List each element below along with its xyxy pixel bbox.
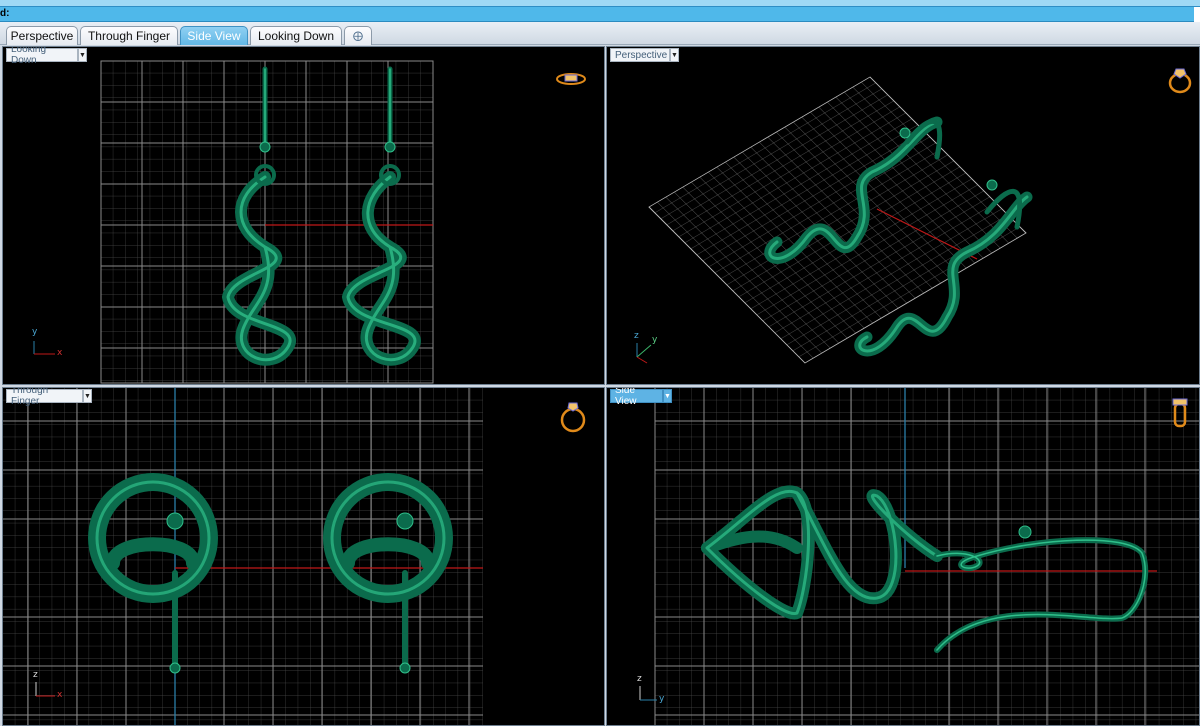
chevron-down-icon: ▼ xyxy=(664,392,671,400)
axis-label-horizontal: x xyxy=(57,348,63,358)
axis-label-horizontal: y xyxy=(659,694,665,704)
viewport-menu-button[interactable]: ▼ xyxy=(670,48,679,62)
chevron-down-icon: ▼ xyxy=(671,51,678,59)
tab-through-finger[interactable]: Through Finger xyxy=(80,26,178,45)
side-view-canvas xyxy=(639,388,1199,725)
axis-label-vertical: z xyxy=(33,670,38,680)
viewport-menu-button[interactable]: ▼ xyxy=(83,389,92,403)
ring-side-icon[interactable] xyxy=(1162,396,1198,432)
add-tab-button[interactable]: ⨁ xyxy=(344,26,372,45)
command-prompt: d: xyxy=(0,8,10,19)
viewport-looking-down[interactable]: y x Looking Down ▼ xyxy=(2,46,605,385)
viewport-side-view[interactable]: z y Side View ▼ xyxy=(606,387,1200,726)
tab-side-view[interactable]: Side View xyxy=(180,26,248,45)
axis-label-vertical: z xyxy=(634,331,639,341)
perspective-grid xyxy=(648,76,1027,364)
viewport-title-perspective[interactable]: Perspective xyxy=(610,48,670,62)
viewport-tab-bar: Perspective Through Finger Side View Loo… xyxy=(0,22,1200,45)
tab-perspective[interactable]: Perspective xyxy=(6,26,78,45)
ring-perspective-icon[interactable] xyxy=(1162,61,1198,97)
chevron-down-icon: ▼ xyxy=(79,51,86,59)
viewport-title-side-view[interactable]: Side View xyxy=(610,388,663,407)
ring-top-icon[interactable] xyxy=(553,61,589,97)
construction-grid xyxy=(3,388,483,725)
through-finger-canvas xyxy=(3,388,483,725)
axis-label-vertical: y xyxy=(32,327,38,337)
axis-triad xyxy=(33,341,55,355)
axis-label-horizontal: x xyxy=(57,690,63,700)
viewport-title-looking-down[interactable]: Looking Down xyxy=(6,47,78,66)
axis-triad xyxy=(636,343,652,364)
viewport-through-finger[interactable]: z x Through Finger ▼ xyxy=(2,387,605,726)
axis-label-horizontal: y xyxy=(652,335,658,345)
plus-icon: ⨁ xyxy=(353,30,363,42)
command-scroll[interactable] xyxy=(1194,7,1200,22)
viewport-perspective[interactable]: z y Perspective ▼ xyxy=(606,46,1200,385)
viewport-menu-button[interactable]: ▼ xyxy=(78,48,87,62)
command-bar[interactable]: d: xyxy=(0,0,1200,22)
ring-front-icon[interactable] xyxy=(555,400,591,436)
tab-looking-down[interactable]: Looking Down xyxy=(250,26,342,45)
chevron-down-icon: ▼ xyxy=(84,392,91,400)
looking-down-canvas xyxy=(33,60,434,384)
viewport-menu-button[interactable]: ▼ xyxy=(663,389,672,403)
viewport-title-through-finger[interactable]: Through Finger xyxy=(6,388,83,407)
rhino-window: d: Perspective Through Finger Side View … xyxy=(0,0,1200,726)
axis-label-vertical: z xyxy=(637,674,642,684)
command-history xyxy=(0,0,1200,7)
perspective-canvas xyxy=(636,76,1033,364)
axis-triad xyxy=(639,686,657,701)
